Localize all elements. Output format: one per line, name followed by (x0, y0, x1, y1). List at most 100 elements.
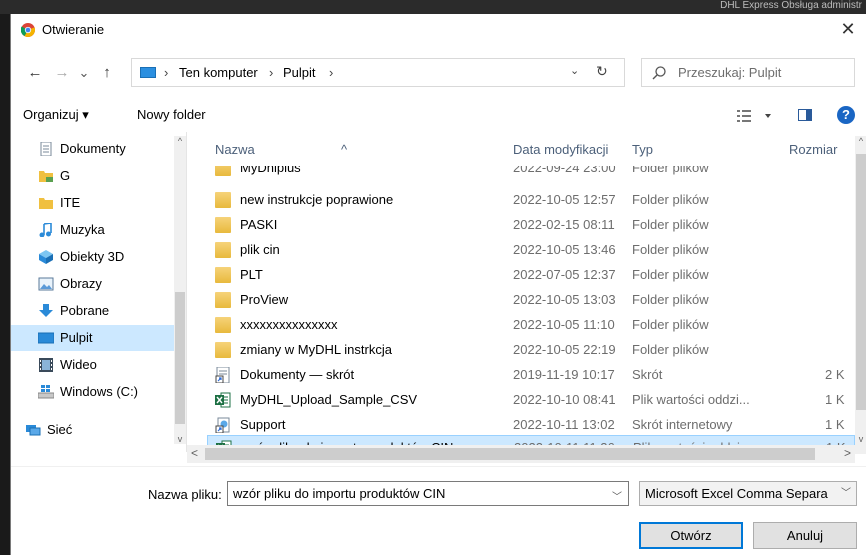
scrollbar-thumb[interactable] (175, 292, 185, 424)
new-folder-button[interactable]: Nowy folder (137, 107, 206, 122)
refresh-button[interactable]: ↻ (596, 63, 608, 80)
scroll-down-arrow[interactable]: v (855, 434, 866, 444)
scrollbar-thumb[interactable] (205, 448, 815, 460)
sidebar-item-label: Sieć (47, 422, 73, 437)
chevron-down-icon[interactable]: ﹀ (612, 488, 622, 503)
list-item[interactable]: PLT 2022-07-05 12:37 Folder plików (207, 263, 855, 287)
background-window-text: DHL Express Obsługa administr (720, 0, 862, 11)
list-item[interactable]: MyDHL_Upload_Sample_CSV 2022-10-10 08:41… (207, 388, 855, 412)
folder-icon (215, 267, 231, 283)
file-type: Folder plików (632, 242, 709, 257)
file-type: Folder plików (632, 217, 709, 232)
sidebar-item-documents[interactable]: Dokumenty (11, 136, 174, 162)
preview-pane-icon[interactable] (798, 109, 812, 121)
organize-menu[interactable]: Organizuj ▾ (23, 107, 89, 123)
sidebar-item-label: Obrazy (60, 276, 102, 291)
search-icon (652, 66, 666, 80)
file-name: plik cin (240, 242, 280, 257)
list-item[interactable]: Support 2022-10-11 13:02 Skrót interneto… (207, 413, 855, 437)
command-bar: Organizuj ▾ Nowy folder ? (11, 101, 866, 131)
cancel-button[interactable]: Anuluj (753, 522, 857, 549)
breadcrumb-separator[interactable]: › (164, 65, 168, 80)
address-bar[interactable]: › Ten komputer › Pulpit › ⌄ ↻ (131, 58, 625, 87)
divider (11, 466, 866, 467)
list-item[interactable]: ProView 2022-10-05 13:03 Folder plików (207, 288, 855, 312)
column-header-size[interactable]: Rozmiar (789, 142, 837, 157)
sidebar-item-g[interactable]: G (11, 163, 174, 189)
background-window: DHL Express Obsługa administr (0, 0, 866, 14)
sidebar-item-downloads[interactable]: Pobrane (11, 298, 174, 324)
filename-input[interactable]: wzór pliku do importu produktów CIN ﹀ (227, 481, 629, 506)
scroll-up-arrow[interactable]: ^ (174, 136, 186, 146)
sidebar-item-windows-c[interactable]: Windows (C:) (11, 379, 174, 405)
list-item[interactable]: zmiany w MyDHL instrkcja 2022-10-05 22:1… (207, 338, 855, 362)
sidebar-item-music[interactable]: Muzyka (11, 217, 174, 243)
navigation-pane-scrollbar[interactable]: ^ v (174, 136, 186, 444)
chevron-down-icon[interactable]: ﹀ (838, 484, 854, 503)
column-header-type[interactable]: Typ (632, 142, 653, 157)
pane-divider[interactable] (186, 132, 187, 452)
video-icon (39, 358, 53, 372)
close-button[interactable]: ✕ (836, 18, 860, 40)
sidebar-item-desktop[interactable]: Pulpit (11, 325, 174, 351)
scroll-right-arrow[interactable]: > (844, 446, 851, 460)
view-options-icon[interactable] (735, 107, 773, 125)
list-item[interactable]: Dokumenty — skrót 2019-11-19 10:17 Skrót… (207, 363, 855, 387)
list-item[interactable]: new instrukcje poprawione 2022-10-05 12:… (207, 188, 855, 212)
open-button[interactable]: Otwórz (639, 522, 743, 549)
file-type: Folder plików (632, 317, 709, 332)
file-date: 2022-02-15 08:11 (513, 217, 615, 232)
title-bar: Otwieranie ✕ (11, 14, 866, 46)
file-size: 2 K (825, 367, 845, 382)
file-name: new instrukcje poprawione (240, 192, 394, 207)
desktop-icon (38, 332, 54, 344)
forward-button[interactable]: → (53, 62, 71, 84)
column-header-date[interactable]: Data modyfikacji (513, 142, 608, 157)
sidebar-item-pictures[interactable]: Obrazy (11, 271, 174, 297)
sidebar-item-3d-objects[interactable]: Obiekty 3D (11, 244, 174, 270)
horizontal-scrollbar[interactable]: < > (187, 445, 855, 463)
sidebar-item-label: ITE (60, 195, 81, 210)
breadcrumb-desktop[interactable]: Pulpit (283, 65, 316, 80)
file-list: Nazwa ^ Data modyfikacji Typ Rozmiar MyD… (207, 136, 855, 454)
scrollbar-thumb[interactable] (856, 154, 866, 410)
file-type: Skrót (632, 367, 663, 382)
sidebar-item-video[interactable]: Wideo (11, 352, 174, 378)
sidebar-item-label: Wideo (60, 357, 97, 372)
scroll-down-arrow[interactable]: v (174, 434, 186, 444)
file-list-scrollbar[interactable]: ^ v (855, 136, 866, 454)
file-date: 2022-10-10 08:41 (513, 392, 616, 407)
column-header-name[interactable]: Nazwa (215, 142, 255, 157)
search-placeholder: Przeszukaj: Pulpit (678, 65, 782, 80)
search-box[interactable]: Przeszukaj: Pulpit (641, 58, 855, 87)
up-button[interactable]: ↑ (99, 62, 115, 84)
excel-file-icon (215, 392, 231, 408)
file-type-select[interactable]: Microsoft Excel Comma Separa ﹀ (639, 481, 857, 506)
file-name: Dokumenty — skrót (240, 367, 355, 382)
breadcrumb-separator[interactable]: › (269, 65, 273, 80)
sidebar-item-label: Windows (C:) (60, 384, 139, 399)
scroll-left-arrow[interactable]: < (191, 446, 198, 460)
scroll-up-arrow[interactable]: ^ (855, 136, 866, 146)
computer-icon (140, 67, 156, 78)
dialog-title: Otwieranie (42, 22, 105, 37)
file-name: PASKI (240, 217, 278, 232)
help-button[interactable]: ? (837, 106, 855, 124)
sidebar-item-ite[interactable]: ITE (11, 190, 174, 216)
breadcrumb-separator[interactable]: › (329, 65, 333, 80)
folder-icon (215, 217, 231, 233)
objects3d-icon (39, 250, 53, 264)
file-type: Folder plików (632, 342, 709, 357)
sidebar-item-network[interactable]: Sieć (11, 417, 174, 443)
sidebar-item-label: G (60, 168, 71, 183)
windows-drive-icon (38, 385, 54, 399)
list-item[interactable]: PASKI 2022-02-15 08:11 Folder plików (207, 213, 855, 237)
music-icon (39, 223, 52, 237)
recent-locations-button[interactable]: ⌄ (77, 62, 91, 84)
folder-icon (215, 292, 231, 308)
back-button[interactable]: ← (25, 62, 45, 84)
breadcrumb-this-pc[interactable]: Ten komputer (179, 65, 258, 80)
list-item[interactable]: plik cin 2022-10-05 13:46 Folder plików (207, 238, 855, 262)
address-dropdown-button[interactable]: ⌄ (570, 64, 579, 77)
list-item[interactable]: xxxxxxxxxxxxxxx 2022-10-05 11:10 Folder … (207, 313, 855, 337)
